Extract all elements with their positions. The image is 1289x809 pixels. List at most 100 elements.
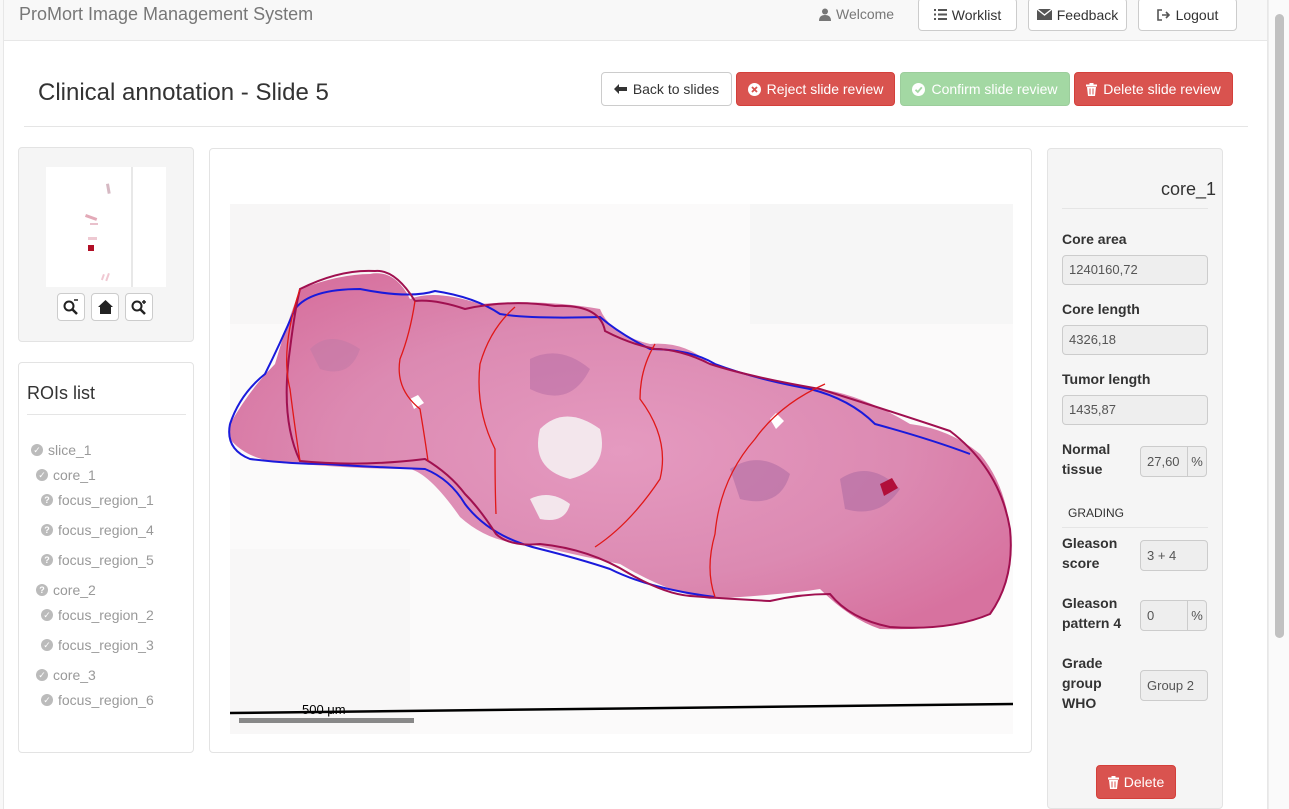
tumor-length-field[interactable]: 1435,87 — [1062, 395, 1208, 425]
core-length-field[interactable]: 4326,18 — [1062, 325, 1208, 355]
question-circle-icon: ? — [41, 554, 53, 566]
home-button[interactable] — [91, 293, 119, 321]
zoom-in-button[interactable] — [125, 293, 153, 321]
question-circle-icon: ? — [36, 584, 48, 596]
zoom-out-icon — [63, 299, 78, 315]
core-length-label: Core length — [1062, 301, 1140, 317]
gleason-score-label-line1: Gleason — [1062, 535, 1118, 551]
list-icon — [933, 9, 947, 20]
roi-item-focus-region-1[interactable]: ? focus_region_1 — [41, 492, 154, 508]
trash-icon — [1086, 82, 1098, 96]
roi-label: focus_region_2 — [58, 607, 154, 623]
title-divider — [24, 126, 1248, 127]
tumor-length-label: Tumor length — [1062, 371, 1151, 387]
worklist-button[interactable]: Worklist — [918, 0, 1017, 31]
hand-left-icon — [613, 84, 627, 94]
grading-heading: GRADING — [1068, 506, 1125, 520]
roi-label: focus_region_1 — [58, 492, 154, 508]
delete-slide-review-button[interactable]: Delete slide review — [1074, 72, 1233, 106]
trash-icon — [1107, 775, 1119, 789]
roi-label: core_3 — [53, 667, 96, 683]
roi-label: slice_1 — [48, 442, 92, 458]
question-circle-icon: ? — [41, 494, 53, 506]
brand-title[interactable]: ProMort Image Management System — [19, 4, 313, 25]
gleason-pattern4-label-line2: pattern 4 — [1062, 615, 1122, 631]
roi-label: focus_region_3 — [58, 637, 154, 653]
remove-circle-icon — [747, 82, 761, 96]
logout-label: Logout — [1175, 6, 1219, 23]
delete-label: Delete — [1123, 774, 1165, 790]
zoom-in-icon — [131, 300, 146, 315]
user-icon — [819, 8, 831, 21]
rois-title: ROIs list — [27, 383, 96, 403]
roi-item-core-2[interactable]: ? core_2 — [36, 582, 96, 598]
roi-item-core-1[interactable]: ✓ core_1 — [36, 467, 96, 483]
logout-button[interactable]: Logout — [1138, 0, 1237, 31]
normal-tissue-label-line2: tissue — [1062, 461, 1103, 477]
logout-icon — [1156, 8, 1170, 21]
roi-item-focus-region-2[interactable]: ✓ focus_region_2 — [41, 607, 154, 623]
slide-viewer[interactable]: 500 μm — [209, 148, 1032, 753]
roi-item-slice-1[interactable]: ✓ slice_1 — [31, 442, 92, 458]
ok-circle-icon: ✓ — [41, 639, 53, 651]
roi-label: focus_region_4 — [58, 522, 154, 538]
normal-tissue-label-line1: Normal — [1062, 441, 1111, 457]
back-to-slides-button[interactable]: Back to slides — [601, 72, 732, 106]
ok-circle-icon — [912, 82, 926, 96]
grading-divider — [1062, 527, 1208, 528]
feedback-button[interactable]: Feedback — [1028, 0, 1127, 31]
slide-image[interactable]: 500 μm — [210, 149, 1032, 753]
grade-group-label-line1: Grade — [1062, 655, 1103, 671]
envelope-icon — [1036, 9, 1052, 20]
roi-label: focus_region_6 — [58, 692, 154, 708]
ok-circle-icon: ✓ — [36, 669, 48, 681]
roi-item-core-3[interactable]: ✓ core_3 — [36, 667, 96, 683]
thumbnail-image — [84, 167, 133, 287]
roi-item-focus-region-3[interactable]: ✓ focus_region_3 — [41, 637, 154, 653]
normal-tissue-percent: % — [1187, 446, 1207, 477]
ok-circle-icon: ✓ — [36, 469, 48, 481]
ok-circle-icon: ✓ — [31, 444, 43, 456]
roi-item-focus-region-5[interactable]: ? focus_region_5 — [41, 552, 154, 568]
back-label: Back to slides — [632, 81, 720, 97]
roi-details-panel: core_1 Core area 1240160,72 Core length … — [1047, 148, 1223, 809]
roi-item-focus-region-6[interactable]: ✓ focus_region_6 — [41, 692, 154, 708]
confirm-slide-review-button[interactable]: Confirm slide review — [900, 72, 1070, 106]
core-area-field[interactable]: 1240160,72 — [1062, 255, 1208, 285]
grade-group-label-line3: WHO — [1062, 695, 1097, 711]
welcome-user[interactable]: Welcome — [819, 6, 894, 22]
feedback-label: Feedback — [1056, 6, 1119, 23]
roi-item-focus-region-4[interactable]: ? focus_region_4 — [41, 522, 154, 538]
scale-bar-label: 500 μm — [302, 702, 346, 717]
worklist-label: Worklist — [951, 6, 1002, 23]
roi-label: core_1 — [53, 467, 96, 483]
details-divider — [1062, 208, 1208, 209]
roi-label: focus_region_5 — [58, 552, 154, 568]
roi-label: core_2 — [53, 582, 96, 598]
delete-review-label: Delete slide review — [1103, 81, 1221, 97]
slide-thumbnail[interactable] — [46, 167, 166, 287]
gleason-pattern4-label-line1: Gleason — [1062, 595, 1118, 611]
gleason-pattern4-label: Gleason pattern 4 — [1062, 593, 1121, 633]
normal-tissue-label: Normal tissue — [1062, 439, 1110, 479]
page-scrollbar[interactable] — [1268, 0, 1289, 809]
gleason-pattern4-field[interactable]: 0 — [1140, 600, 1188, 631]
grade-group-label-line2: group — [1062, 675, 1102, 691]
normal-tissue-field[interactable]: 27,60 — [1140, 446, 1188, 477]
rois-divider — [27, 414, 186, 415]
gleason-score-label: Gleason score — [1062, 533, 1117, 573]
grade-group-field[interactable]: Group 2 — [1140, 670, 1208, 701]
reject-slide-review-button[interactable]: Reject slide review — [736, 72, 895, 106]
gleason-pattern4-percent: % — [1187, 600, 1207, 631]
gleason-score-label-line2: score — [1062, 555, 1100, 571]
zoom-out-button[interactable] — [57, 293, 85, 321]
scrollbar-thumb[interactable] — [1275, 14, 1284, 638]
core-area-label: Core area — [1062, 231, 1127, 247]
reject-label: Reject slide review — [766, 81, 884, 97]
delete-roi-button[interactable]: Delete — [1096, 765, 1176, 799]
ok-circle-icon: ✓ — [41, 609, 53, 621]
confirm-label: Confirm slide review — [931, 81, 1058, 97]
gleason-score-field[interactable]: 3 + 4 — [1140, 540, 1208, 571]
page-title: Clinical annotation - Slide 5 — [38, 79, 329, 106]
ok-circle-icon: ✓ — [41, 694, 53, 706]
